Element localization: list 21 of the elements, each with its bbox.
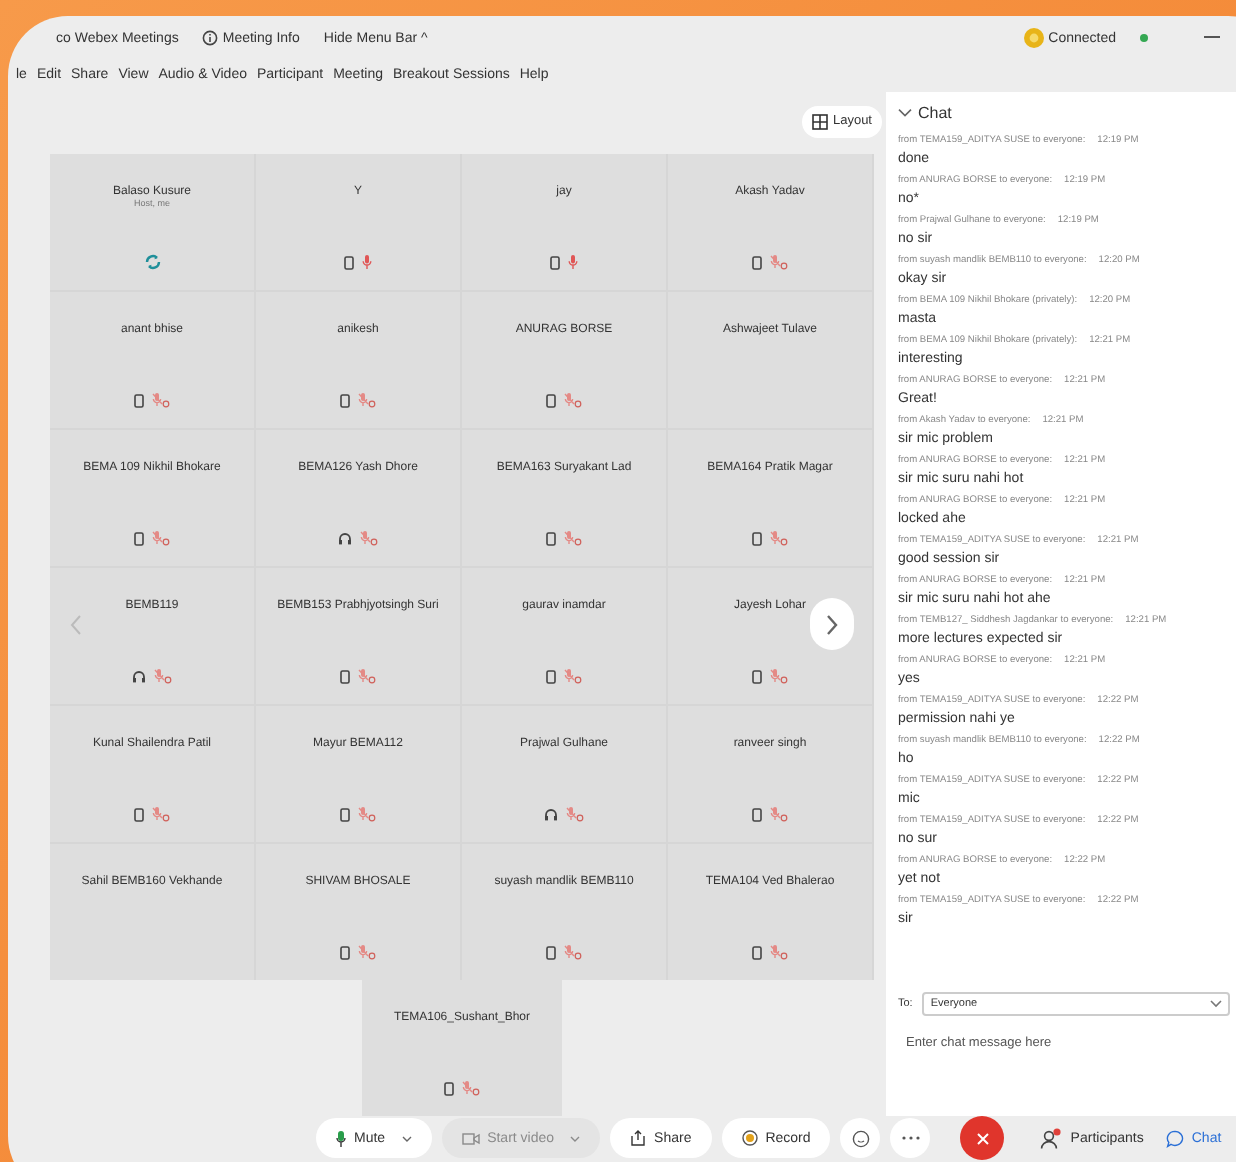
microphone-icon xyxy=(336,1129,346,1147)
record-icon xyxy=(741,1130,758,1146)
video-camera-icon xyxy=(461,1131,480,1145)
reactions-button[interactable] xyxy=(840,1118,881,1158)
info-icon xyxy=(202,30,219,46)
close-icon xyxy=(975,1131,990,1145)
chat-title: Chat xyxy=(918,103,952,121)
caret-icon xyxy=(570,1135,581,1141)
collapse-icon[interactable] xyxy=(898,107,912,117)
caret-icon xyxy=(1210,1000,1222,1008)
grid-icon xyxy=(812,113,829,129)
status-dot-icon xyxy=(1140,34,1148,42)
chat-bubble-icon xyxy=(1165,1129,1184,1147)
chevron-right-icon xyxy=(826,613,838,635)
connection-icon xyxy=(1024,28,1045,48)
minimize-icon[interactable] xyxy=(1204,36,1220,40)
share-icon xyxy=(630,1130,647,1146)
smiley-icon xyxy=(851,1129,870,1147)
person-icon xyxy=(1040,1127,1063,1149)
caret-icon xyxy=(401,1135,412,1141)
end-meeting-button[interactable] xyxy=(960,1116,1005,1160)
